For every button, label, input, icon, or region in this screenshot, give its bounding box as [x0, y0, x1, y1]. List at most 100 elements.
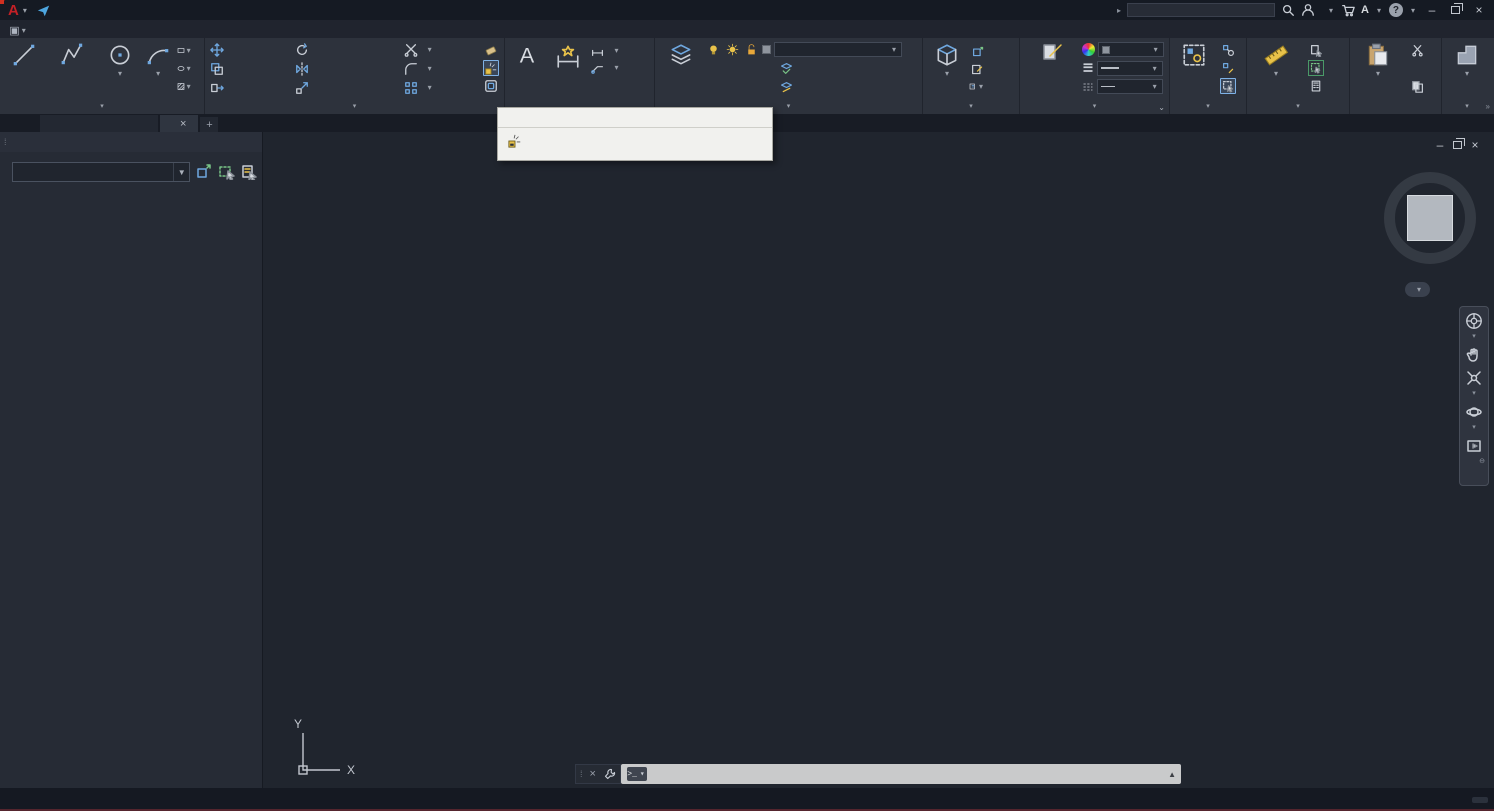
help-caret-icon[interactable]: ▾: [1411, 6, 1415, 15]
dialog-launcher-icon[interactable]: ⌄: [1158, 103, 1165, 112]
insert-block-button[interactable]: ▾: [925, 40, 969, 98]
line-button[interactable]: [2, 40, 46, 98]
group-button[interactable]: [1172, 40, 1216, 98]
new-drawing-tab-button[interactable]: +: [200, 117, 218, 132]
trim-button[interactable]: ▾: [401, 40, 480, 59]
search-icon[interactable]: [1281, 3, 1295, 17]
doc-minimize-button[interactable]: –: [1431, 138, 1449, 152]
copy-clip-icon[interactable]: [1409, 78, 1425, 94]
panel-label-modify[interactable]: ▾: [205, 99, 504, 113]
move-button[interactable]: [207, 40, 292, 59]
user-icon[interactable]: [1301, 3, 1315, 17]
viewcube-top-face[interactable]: [1407, 195, 1453, 241]
panel-label-block[interactable]: ▾: [923, 99, 1019, 113]
command-history-icon[interactable]: ▲: [1168, 770, 1176, 779]
drawing-canvas[interactable]: Y X – × ▾ ▾ ▾ ▾ ⊖ ⁞ × >_▾: [263, 132, 1494, 788]
match-properties-button[interactable]: [1022, 40, 1082, 98]
base-view-button[interactable]: ▾: [1444, 40, 1490, 98]
app-caret-icon[interactable]: ▾: [1377, 6, 1381, 15]
measure-button[interactable]: ▾: [1249, 40, 1303, 98]
command-input[interactable]: >_▾ ▲: [621, 764, 1181, 784]
tab-current-drawing[interactable]: ×: [160, 115, 198, 132]
sign-in-caret-icon[interactable]: ▾: [1329, 6, 1333, 15]
layer-tool-icon[interactable]: [759, 62, 774, 75]
ribbon-collapse-icon[interactable]: »: [1486, 102, 1490, 111]
share-button[interactable]: [37, 4, 54, 17]
search-input[interactable]: [1127, 3, 1275, 17]
layer-select-dropdown[interactable]: ▾: [774, 42, 902, 57]
store-cart-icon[interactable]: [1341, 3, 1355, 17]
layer-tool-icon[interactable]: [705, 62, 720, 75]
hatch-tool-icon[interactable]: ▾: [177, 78, 193, 94]
stretch-button[interactable]: [207, 78, 292, 97]
layer-color-swatch[interactable]: [762, 45, 771, 54]
command-grip[interactable]: ⁞: [580, 769, 582, 779]
command-close-icon[interactable]: ×: [590, 768, 596, 780]
layer-lock-icon[interactable]: [743, 42, 759, 58]
close-button[interactable]: ×: [1470, 3, 1488, 17]
quick-select-palette-icon[interactable]: [240, 163, 258, 181]
lineweight-control[interactable]: ▾: [1082, 61, 1163, 76]
circle-button[interactable]: ▾: [101, 40, 140, 98]
layer-tool-icon[interactable]: [759, 81, 774, 94]
restore-button[interactable]: [1451, 6, 1460, 14]
toggle-pickadd-icon[interactable]: [195, 163, 213, 181]
panel-label-utilities[interactable]: ▾: [1247, 99, 1349, 113]
object-color-control[interactable]: ▾: [1082, 42, 1164, 57]
panel-label-draw[interactable]: ▾: [0, 99, 204, 113]
ellipse-tool-icon[interactable]: ▾: [177, 60, 193, 76]
workspace-switch-icon[interactable]: ▣▾: [10, 22, 27, 38]
doc-restore-button[interactable]: [1453, 141, 1462, 149]
explode-button[interactable]: [483, 60, 499, 76]
model-space-button[interactable]: [1472, 797, 1488, 803]
logo-caret-icon[interactable]: ▾: [23, 6, 27, 15]
edit-attributes-icon[interactable]: [969, 61, 985, 77]
erase-button[interactable]: [483, 42, 499, 58]
group-edit-icon[interactable]: [1220, 60, 1236, 76]
group-select-toggle-icon[interactable]: [1220, 78, 1236, 94]
layer-tool-icon[interactable]: [741, 62, 756, 75]
select-objects-icon[interactable]: [218, 163, 236, 181]
mirror-button[interactable]: [292, 59, 401, 78]
zoom-extents-icon[interactable]: [1463, 368, 1485, 388]
quick-select-icon[interactable]: [1308, 42, 1324, 58]
nav-caret-icon[interactable]: ▾: [1472, 391, 1476, 399]
linetype-control[interactable]: ▾: [1082, 79, 1163, 94]
command-wrench-icon[interactable]: [604, 768, 616, 780]
paste-button[interactable]: ▾: [1352, 40, 1404, 98]
layer-tool-icon[interactable]: [723, 62, 738, 75]
layer-properties-button[interactable]: [657, 40, 705, 98]
make-current-button[interactable]: [777, 60, 800, 78]
text-button[interactable]: A: [507, 40, 547, 98]
panel-label-groups[interactable]: ▾: [1170, 99, 1246, 113]
fillet-button[interactable]: ▾: [401, 59, 480, 78]
palette-grip[interactable]: ⁞: [4, 137, 6, 147]
doc-close-button[interactable]: ×: [1466, 138, 1484, 152]
viewcube[interactable]: [1384, 172, 1476, 264]
dropdown-caret-icon[interactable]: ▼: [173, 163, 189, 181]
rotate-button[interactable]: [292, 40, 401, 59]
select-all-icon[interactable]: [1308, 60, 1324, 76]
pan-icon[interactable]: [1463, 345, 1485, 365]
panel-label-clipboard[interactable]: [1350, 99, 1441, 113]
panel-label-properties[interactable]: ▾⌄: [1020, 99, 1169, 113]
palette-header[interactable]: ⁞: [0, 132, 262, 152]
calculator-icon[interactable]: [1308, 78, 1324, 94]
scale-button[interactable]: [292, 78, 401, 97]
offset-button[interactable]: [483, 78, 499, 94]
rectangle-tool-icon[interactable]: ▾: [177, 42, 193, 58]
layer-on-icon[interactable]: [705, 42, 721, 58]
autocad-logo-icon[interactable]: A: [8, 2, 19, 19]
tab-start[interactable]: [40, 115, 158, 132]
search-expand-icon[interactable]: ▸: [1117, 6, 1121, 15]
layer-tool-icon[interactable]: [741, 81, 756, 94]
object-type-dropdown[interactable]: ▼: [12, 162, 190, 182]
nav-collapse-icon[interactable]: ⊖: [1479, 459, 1485, 467]
polyline-button[interactable]: [46, 40, 101, 98]
autodesk-app-icon[interactable]: A: [1361, 4, 1369, 16]
panel-label-view[interactable]: ▾»: [1442, 99, 1492, 113]
match-layer-button[interactable]: [777, 79, 800, 97]
layer-tool-icon[interactable]: [705, 81, 720, 94]
create-block-button[interactable]: [969, 42, 992, 60]
nav-caret-icon[interactable]: ▾: [1472, 425, 1476, 433]
